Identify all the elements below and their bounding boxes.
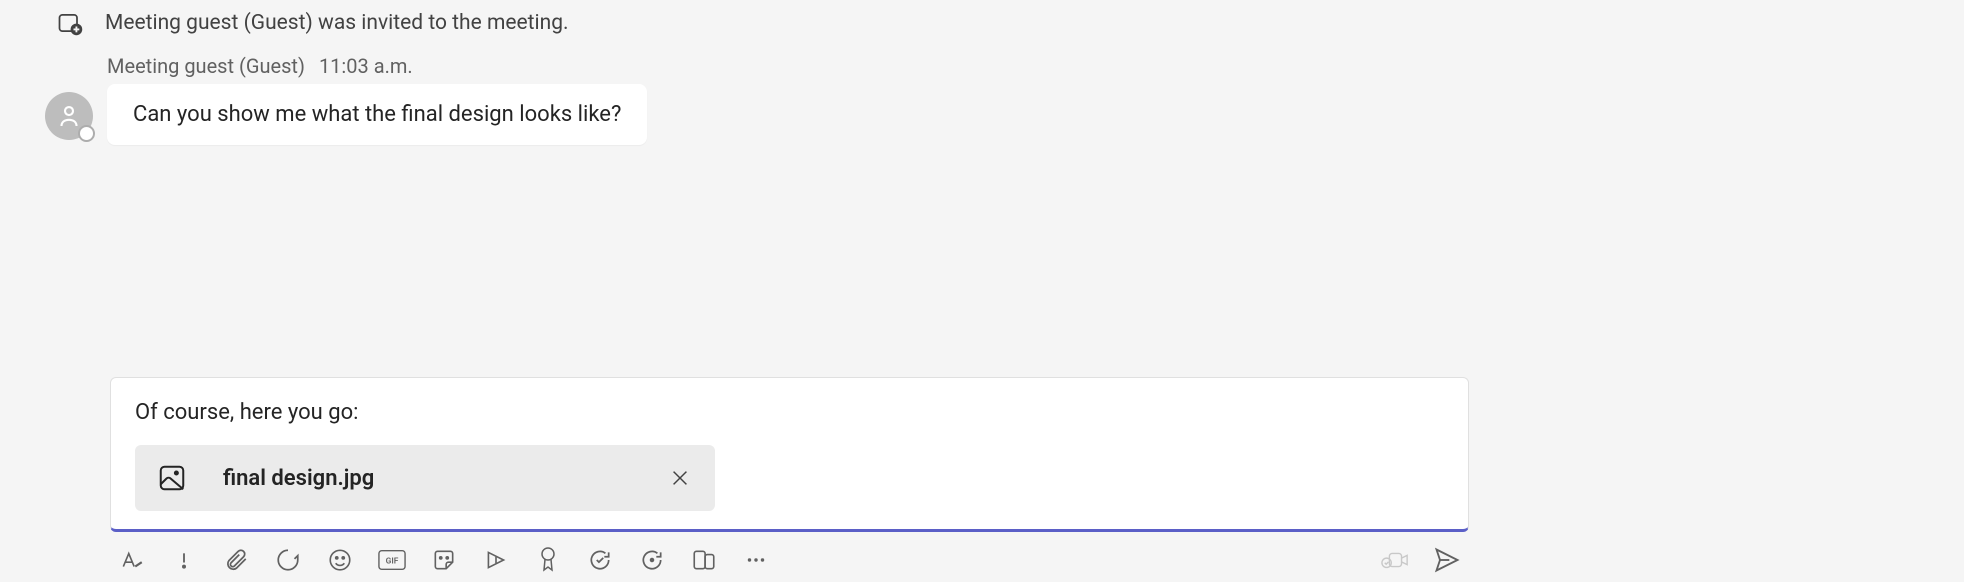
message-header: Meeting guest (Guest) 11:03 a.m. <box>107 54 1964 78</box>
more-actions-button[interactable] <box>742 546 770 574</box>
avatar-container <box>45 92 93 140</box>
loop-button[interactable] <box>274 546 302 574</box>
calendar-add-icon <box>55 8 85 38</box>
stream-button[interactable] <box>482 546 510 574</box>
praise-button[interactable] <box>534 546 562 574</box>
image-file-icon <box>157 463 187 493</box>
system-event-row: Meeting guest (Guest) was invited to the… <box>0 0 1964 48</box>
attachment-chip[interactable]: final design.jpg <box>135 445 715 511</box>
message-bubble[interactable]: Can you show me what the final design lo… <box>107 84 647 145</box>
composer-box[interactable]: Of course, here you go: final design.jpg <box>110 377 1469 532</box>
message-row: Meeting guest (Guest) 11:03 a.m. Can you… <box>0 48 1964 145</box>
message-content: Meeting guest (Guest) 11:03 a.m. Can you… <box>107 54 1964 145</box>
gif-button[interactable]: GIF <box>378 546 406 574</box>
svg-text:GIF: GIF <box>386 557 399 567</box>
important-button[interactable] <box>170 546 198 574</box>
toolbar-right <box>1381 546 1461 574</box>
composer-input-text[interactable]: Of course, here you go: <box>135 400 1444 425</box>
message-composer: Of course, here you go: final design.jpg <box>110 377 1469 582</box>
message-sender: Meeting guest (Guest) <box>107 54 305 78</box>
video-clip-button[interactable] <box>1381 546 1409 574</box>
format-button[interactable] <box>118 546 146 574</box>
viva-button[interactable] <box>690 546 718 574</box>
emoji-button[interactable] <box>326 546 354 574</box>
message-timestamp: 11:03 a.m. <box>319 54 413 78</box>
presence-indicator-icon <box>78 125 95 142</box>
send-button[interactable] <box>1433 546 1461 574</box>
attachment-name: final design.jpg <box>223 466 631 491</box>
remove-attachment-button[interactable] <box>667 465 693 491</box>
updates-button[interactable] <box>638 546 666 574</box>
composer-toolbar: GIF <box>110 532 1469 582</box>
attach-button[interactable] <box>222 546 250 574</box>
sticker-button[interactable] <box>430 546 458 574</box>
system-event-text: Meeting guest (Guest) was invited to the… <box>105 11 569 35</box>
approvals-button[interactable] <box>586 546 614 574</box>
